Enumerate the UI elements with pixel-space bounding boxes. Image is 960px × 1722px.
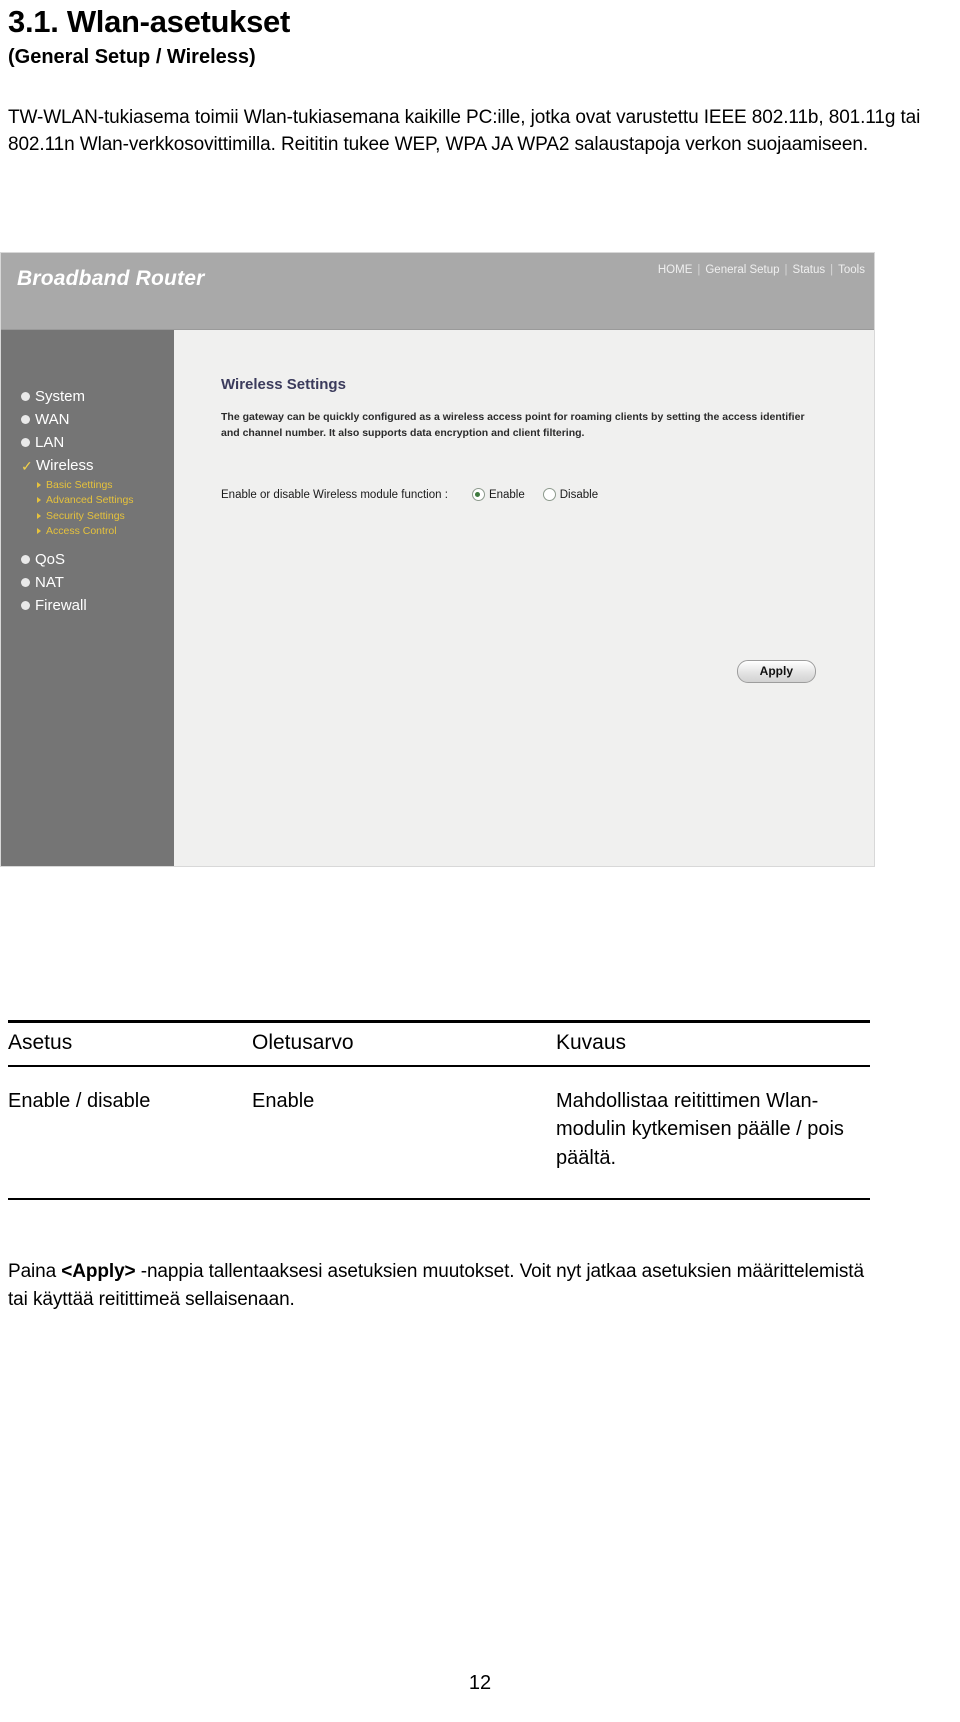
bullet-icon — [21, 415, 30, 424]
router-brand-label: Broadband Router — [17, 267, 205, 290]
table-row: Enable / disable Enable Mahdollistaa rei… — [8, 1067, 870, 1198]
cell-default: Enable — [252, 1090, 315, 1112]
page-title: 3.1. Wlan-asetukset — [8, 4, 291, 39]
chevron-right-icon — [37, 512, 41, 519]
menu-spacer — [21, 539, 171, 548]
nav-item-status[interactable]: Status — [788, 264, 831, 276]
page-number: 12 — [468, 1672, 492, 1694]
sidebar-subitem-label: Access Control — [46, 525, 117, 538]
table-rule-bottom — [8, 1198, 870, 1201]
radio-enable-label: Enable — [488, 488, 525, 501]
content-description: The gateway can be quickly configured as… — [221, 411, 805, 439]
column-header-setting: Asetus — [8, 1031, 73, 1054]
chevron-right-icon — [37, 528, 41, 535]
table-header-row: Asetus Oletusarvo Kuvaus — [8, 1023, 870, 1065]
footer-note-apply-ref: <Apply> — [61, 1261, 136, 1282]
cell-setting: Enable / disable — [8, 1090, 151, 1112]
settings-table: Asetus Oletusarvo Kuvaus Enable / disabl… — [8, 1020, 870, 1201]
router-ui-screenshot: Broadband Router HOME | General Setup | Stat… — [0, 252, 875, 867]
radio-disable-icon[interactable] — [542, 488, 556, 501]
footer-note-before: Paina — [8, 1261, 62, 1282]
sidebar-item-lan[interactable]: LAN — [21, 431, 171, 454]
sidebar-subitem-label: Advanced Settings — [46, 494, 134, 507]
sidebar-subitem-basic-settings[interactable]: Basic Settings — [37, 477, 171, 493]
radio-option-disable[interactable]: Disable — [542, 488, 599, 501]
wireless-module-field-row: Enable or disable Wireless module functi… — [221, 488, 616, 501]
chevron-right-icon — [37, 481, 41, 488]
apply-button[interactable]: Apply — [736, 660, 816, 683]
nav-item-home[interactable]: HOME — [653, 264, 698, 276]
footer-note: Paina <Apply> -nappia tallentaaksesi ase… — [8, 1258, 870, 1313]
bullet-icon — [21, 392, 30, 401]
sidebar-subitem-label: Security Settings — [46, 509, 125, 522]
bullet-icon — [21, 438, 30, 447]
sidebar-item-label: LAN — [35, 434, 65, 451]
sidebar-item-label: Wireless — [36, 457, 94, 474]
sidebar-subitem-advanced-settings[interactable]: Advanced Settings — [37, 493, 171, 509]
sidebar-item-nat[interactable]: NAT — [21, 571, 171, 594]
top-navigation[interactable]: HOME | General Setup | Status | Tools — [653, 264, 870, 276]
bullet-icon — [21, 578, 30, 587]
check-icon: ✓ — [21, 457, 33, 474]
sidebar-subitem-access-control[interactable]: Access Control — [37, 524, 171, 540]
radio-option-enable[interactable]: Enable — [471, 488, 525, 501]
sidebar-item-label: QoS — [35, 551, 66, 568]
sidebar-item-label: WAN — [35, 411, 70, 428]
sidebar-menu: System WAN LAN ✓ Wireless Basic Settings — [21, 385, 171, 617]
wireless-module-field-label: Enable or disable Wireless module functi… — [221, 488, 448, 501]
nav-item-tools[interactable]: Tools — [833, 264, 870, 276]
router-body: System WAN LAN ✓ Wireless Basic Settings — [1, 330, 874, 866]
apply-button-container: Apply — [736, 660, 816, 683]
page-subtitle: (General Setup / Wireless) — [8, 45, 256, 68]
cell-description: Mahdollistaa reitittimen Wlan-modulin ky… — [556, 1090, 844, 1169]
sidebar-subitem-security-settings[interactable]: Security Settings — [37, 508, 171, 524]
sidebar-item-label: System — [35, 388, 86, 405]
sidebar-item-wireless[interactable]: ✓ Wireless — [21, 454, 171, 477]
column-header-description: Kuvaus — [556, 1031, 627, 1054]
router-header-bar: Broadband Router HOME | General Setup | Stat… — [1, 253, 874, 330]
column-header-default: Oletusarvo — [252, 1031, 354, 1054]
chevron-right-icon — [37, 497, 41, 504]
bullet-icon — [21, 555, 30, 564]
document-header: 3.1. Wlan-asetukset (General Setup / Wir… — [8, 0, 952, 159]
sidebar-item-system[interactable]: System — [21, 385, 171, 408]
bullet-icon — [21, 601, 30, 610]
sidebar-subitem-label: Basic Settings — [46, 478, 113, 491]
nav-item-general-setup[interactable]: General Setup — [700, 264, 784, 276]
content-panel: Wireless Settings The gateway can be qui… — [174, 330, 874, 866]
intro-paragraph: TW-WLAN-tukiasema toimii Wlan-tukiaseman… — [8, 106, 921, 155]
radio-enable-icon[interactable] — [471, 488, 485, 501]
sidebar-item-wan[interactable]: WAN — [21, 408, 171, 431]
footer-note-after: -nappia tallentaaksesi asetuksien muutok… — [8, 1261, 864, 1310]
content-title: Wireless Settings — [221, 376, 346, 393]
sidebar-item-label: Firewall — [35, 597, 87, 614]
sidebar-item-qos[interactable]: QoS — [21, 548, 171, 571]
sidebar-item-label: NAT — [35, 574, 64, 591]
sidebar: System WAN LAN ✓ Wireless Basic Settings — [1, 330, 174, 866]
sidebar-item-firewall[interactable]: Firewall — [21, 594, 171, 617]
radio-disable-label: Disable — [559, 488, 599, 501]
